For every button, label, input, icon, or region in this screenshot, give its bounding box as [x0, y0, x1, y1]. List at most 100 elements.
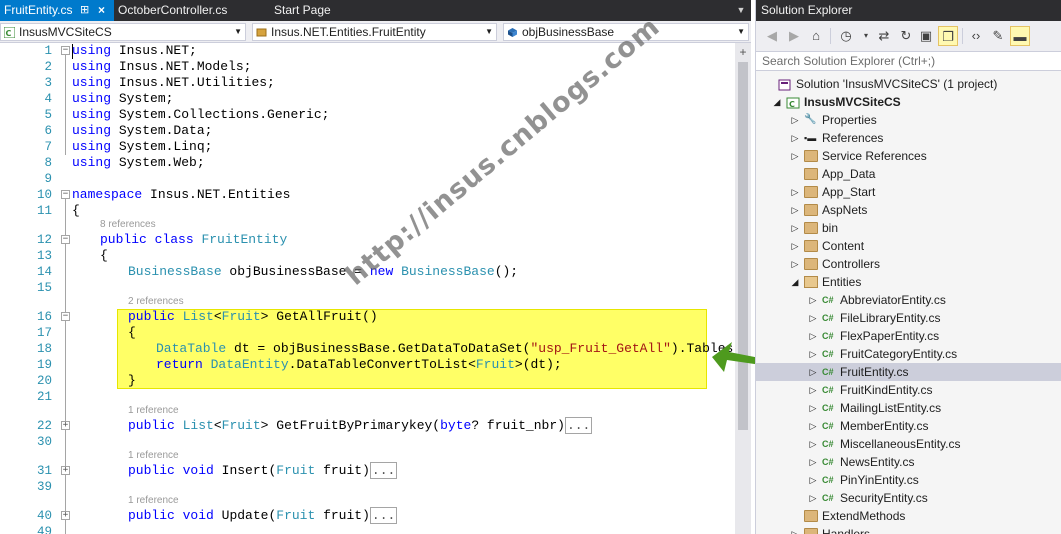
- tree-item[interactable]: ▷ 🔧 Properties: [756, 111, 1061, 129]
- collapse-all-icon[interactable]: ▣: [916, 26, 936, 46]
- expand-arrow-icon[interactable]: ▷: [790, 111, 800, 129]
- pending-changes-icon[interactable]: ↻: [896, 26, 916, 46]
- expand-arrow-icon[interactable]: ▷: [790, 129, 800, 147]
- tree-item[interactable]: ▷ C# FruitEntity.cs: [756, 363, 1061, 381]
- tree-item[interactable]: ▷ App_Start: [756, 183, 1061, 201]
- collapse-outline-icon[interactable]: −: [61, 312, 70, 321]
- expand-arrow-icon[interactable]: ▷: [808, 471, 818, 489]
- solution-explorer-panel: Solution Explorer ◀ ▶ ⌂ ◷ ▾ ⇄ ↻ ▣ ❐ ‹› ✎…: [755, 0, 1061, 534]
- history-icon[interactable]: ◷: [836, 26, 856, 46]
- properties-icon[interactable]: ✎: [988, 26, 1008, 46]
- expand-arrow-icon[interactable]: ▷: [808, 363, 818, 381]
- expand-arrow-icon[interactable]: ▷: [808, 453, 818, 471]
- tree-item-label: ExtendMethods: [822, 509, 906, 523]
- tree-item[interactable]: ▷ C# FlexPaperEntity.cs: [756, 327, 1061, 345]
- tree-item[interactable]: ▷ C# PinYinEntity.cs: [756, 471, 1061, 489]
- tree-item-label: References: [822, 131, 884, 145]
- expand-arrow-icon[interactable]: ▷: [790, 525, 800, 534]
- tab-overflow-dropdown-icon[interactable]: ▼: [735, 3, 747, 17]
- code-text: namespace Insus.NET.Entities: [72, 187, 291, 202]
- expand-arrow-icon[interactable]: ▷: [808, 345, 818, 363]
- collapsed-region[interactable]: ...: [564, 417, 593, 434]
- collapse-arrow-icon[interactable]: ◢: [772, 93, 782, 111]
- line-number: 20: [36, 374, 52, 388]
- tab-start-page[interactable]: Start Page: [270, 0, 370, 21]
- tree-item[interactable]: ▷ C# MemberEntity.cs: [756, 417, 1061, 435]
- collapsed-region[interactable]: ...: [369, 462, 398, 479]
- tab-label: OctoberController.cs: [118, 3, 228, 17]
- collapse-outline-icon[interactable]: −: [61, 235, 70, 244]
- codelens-references[interactable]: 1 reference: [128, 450, 179, 462]
- collapse-outline-icon[interactable]: −: [61, 190, 70, 199]
- home-icon[interactable]: ⌂: [806, 26, 826, 46]
- solution-explorer-search-input[interactable]: Search Solution Explorer (Ctrl+;): [756, 51, 1061, 71]
- show-all-files-icon[interactable]: ❐: [938, 26, 958, 46]
- expand-arrow-icon[interactable]: ▷: [790, 201, 800, 219]
- expand-arrow-icon[interactable]: ▷: [808, 399, 818, 417]
- sync-icon[interactable]: ⇄: [874, 26, 894, 46]
- project-dropdown[interactable]: C InsusMVCSiteCS ▼: [0, 23, 246, 41]
- split-editor-icon[interactable]: +: [735, 43, 751, 61]
- tree-item[interactable]: ▷ bin: [756, 219, 1061, 237]
- tree-item[interactable]: ▷ C# FruitKindEntity.cs: [756, 381, 1061, 399]
- code-view-icon[interactable]: ‹›: [966, 26, 986, 46]
- code-text-area[interactable]: 1− using Insus.NET; 2 using Insus.NET.Model…: [0, 43, 735, 534]
- back-icon[interactable]: ◀: [762, 26, 782, 46]
- expand-arrow-icon[interactable]: ▷: [808, 489, 818, 507]
- tree-item[interactable]: ▷ Controllers: [756, 255, 1061, 273]
- codelens-references[interactable]: 1 reference: [128, 405, 179, 417]
- chevron-down-icon[interactable]: ▾: [856, 26, 876, 46]
- tree-item[interactable]: ▷ C# FruitCategoryEntity.cs: [756, 345, 1061, 363]
- expand-arrow-icon[interactable]: ▷: [790, 183, 800, 201]
- tree-item[interactable]: ▷ C# AbbreviatorEntity.cs: [756, 291, 1061, 309]
- expand-arrow-icon[interactable]: ▷: [808, 435, 818, 453]
- tree-item[interactable]: ▷ Handlers: [756, 525, 1061, 534]
- expand-arrow-icon[interactable]: ▷: [790, 237, 800, 255]
- tree-item[interactable]: ▷ C# NewsEntity.cs: [756, 453, 1061, 471]
- tree-item-label: NewsEntity.cs: [840, 455, 915, 469]
- code-text: using System.Web;: [72, 155, 205, 170]
- collapse-outline-icon[interactable]: −: [61, 46, 70, 55]
- codelens-references[interactable]: 8 references: [100, 219, 156, 231]
- expand-arrow-icon[interactable]: ▷: [808, 309, 818, 327]
- tree-item[interactable]: ▷ C# MailingListEntity.cs: [756, 399, 1061, 417]
- tree-item[interactable]: App_Data: [756, 165, 1061, 183]
- tree-item[interactable]: ◢ Entities: [756, 273, 1061, 291]
- line-number: 6: [44, 124, 52, 138]
- preview-icon[interactable]: ▬: [1010, 26, 1030, 46]
- csharp-file-icon: C#: [822, 475, 834, 485]
- tab-octobercontroller[interactable]: OctoberController.cs: [114, 0, 248, 21]
- expand-outline-icon[interactable]: +: [61, 421, 70, 430]
- tree-item[interactable]: ▷ Content: [756, 237, 1061, 255]
- tree-item[interactable]: ▷ C# SecurityEntity.cs: [756, 489, 1061, 507]
- collapsed-region[interactable]: ...: [369, 507, 398, 524]
- codelens-references[interactable]: 1 reference: [128, 495, 179, 507]
- tree-item[interactable]: ▷ Service References: [756, 147, 1061, 165]
- expand-arrow-icon[interactable]: ▷: [808, 417, 818, 435]
- expand-arrow-icon[interactable]: ▷: [808, 381, 818, 399]
- tab-fruitentity[interactable]: FruitEntity.cs ⊞ ×: [0, 0, 114, 21]
- code-text: using Insus.NET;: [72, 43, 197, 58]
- tree-item[interactable]: ▷ AspNets: [756, 201, 1061, 219]
- pin-icon[interactable]: ⊞: [80, 0, 89, 21]
- tree-item[interactable]: ◢ C InsusMVCSiteCS: [756, 93, 1061, 111]
- tree-item[interactable]: ExtendMethods: [756, 507, 1061, 525]
- tree-item[interactable]: ▷ ▪▬ References: [756, 129, 1061, 147]
- svg-text:C: C: [789, 100, 795, 109]
- expand-arrow-icon[interactable]: ▷: [808, 327, 818, 345]
- tree-item[interactable]: ▷ C# MiscellaneousEntity.cs: [756, 435, 1061, 453]
- expand-arrow-icon[interactable]: ▷: [790, 147, 800, 165]
- close-icon[interactable]: ×: [98, 0, 105, 21]
- expand-arrow-icon[interactable]: ▷: [790, 255, 800, 273]
- codelens-references[interactable]: 2 references: [128, 296, 184, 308]
- expand-outline-icon[interactable]: +: [61, 511, 70, 520]
- expand-arrow-icon[interactable]: ▷: [790, 219, 800, 237]
- class-dropdown[interactable]: Insus.NET.Entities.FruitEntity ▼: [252, 23, 497, 41]
- tree-item[interactable]: ▷ C# FileLibraryEntity.cs: [756, 309, 1061, 327]
- collapse-arrow-icon[interactable]: ◢: [790, 273, 800, 291]
- tree-item[interactable]: Solution 'InsusMVCSiteCS' (1 project): [756, 75, 1061, 93]
- expand-arrow-icon[interactable]: ▷: [808, 291, 818, 309]
- forward-icon[interactable]: ▶: [784, 26, 804, 46]
- code-line: 16− public List<Fruit> GetAllFruit(): [0, 309, 735, 325]
- expand-outline-icon[interactable]: +: [61, 466, 70, 475]
